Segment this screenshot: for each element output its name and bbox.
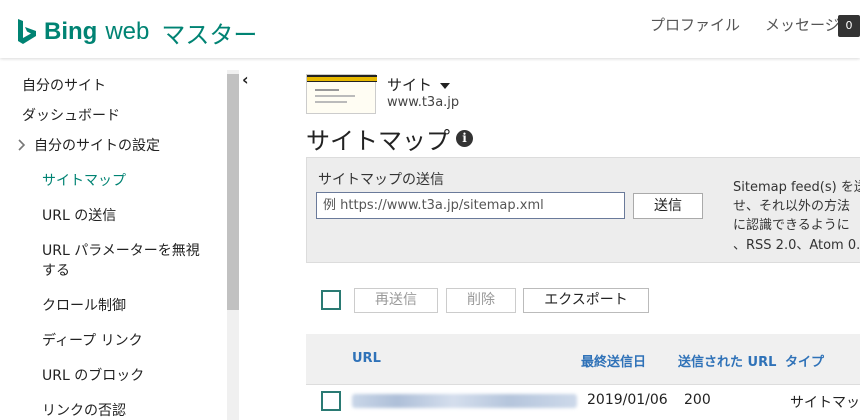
row-type: サイトマップ: [790, 395, 860, 411]
message-count-badge[interactable]: 0: [838, 15, 860, 37]
messages-link[interactable]: メッセージ: [765, 14, 840, 35]
caret-down-icon: [439, 82, 450, 89]
bing-logo-icon: [18, 19, 36, 44]
sidebar-scrollbar-thumb[interactable]: [227, 74, 239, 310]
row-urls-submitted: 200: [684, 392, 711, 408]
sidebar-item-submit-urls[interactable]: URL の送信: [42, 205, 116, 225]
info-icon[interactable]: i: [456, 130, 473, 147]
panel-description-line: せ、それ以外の方法: [733, 199, 851, 214]
row-url-redacted[interactable]: [352, 394, 577, 408]
top-header: Bing web マスター プロファイル メッセージ 0: [0, 0, 860, 58]
resend-button[interactable]: 再送信: [354, 288, 438, 313]
page-title: サイトマップ: [306, 127, 450, 155]
column-header-last-submitted[interactable]: 最終送信日: [581, 351, 646, 370]
logo-master-text: マスター: [161, 20, 258, 49]
sidebar-item-sitemaps[interactable]: サイトマップ: [42, 170, 126, 190]
site-selector-label: サイト: [387, 76, 433, 94]
collapse-sidebar-icon[interactable]: ‹: [242, 70, 249, 89]
profile-link[interactable]: プロファイル: [650, 14, 740, 35]
site-thumbnail: [306, 74, 377, 114]
logo-web-text: web: [105, 18, 150, 45]
sidebar-item-site-settings[interactable]: 自分のサイトの設定: [34, 135, 160, 155]
site-selector[interactable]: サイト: [387, 74, 450, 95]
submit-panel-title: サイトマップの送信: [318, 172, 444, 188]
panel-description-line: 、RSS 2.0、Atom 0.3: [733, 238, 860, 253]
site-url: www.t3a.jp: [387, 95, 460, 110]
export-button[interactable]: エクスポート: [523, 288, 649, 313]
row-last-submitted: 2019/01/06: [587, 392, 668, 408]
sidebar-item-disavow-links[interactable]: リンクの否認: [42, 400, 126, 420]
bing-webmaster-logo[interactable]: Bing web マスター: [16, 14, 257, 50]
sitemap-url-input[interactable]: [316, 192, 625, 219]
send-button[interactable]: 送信: [633, 193, 703, 219]
sidebar-item-deep-links[interactable]: ディープ リンク: [42, 330, 143, 350]
sidebar-item-block-urls[interactable]: URL のブロック: [42, 365, 144, 385]
column-header-type[interactable]: タイプ: [785, 351, 824, 370]
row-divider: [306, 384, 860, 385]
column-header-url[interactable]: URL: [352, 351, 381, 366]
logo-brand-text: Bing: [44, 18, 98, 45]
sidebar-item-ignore-url-params-cont[interactable]: する: [42, 260, 70, 280]
row-checkbox[interactable]: [321, 391, 341, 411]
panel-description-line: Sitemap feed(s) を送: [733, 180, 860, 195]
sidebar-item-ignore-url-params[interactable]: URL パラメーターを無視: [42, 240, 200, 260]
sidebar-item-crawl-control[interactable]: クロール制御: [42, 295, 126, 315]
chevron-right-icon: [18, 139, 26, 151]
panel-description-line: に認識できるように: [733, 218, 850, 233]
select-all-checkbox[interactable]: [321, 290, 341, 310]
sidebar-item-my-sites[interactable]: 自分のサイト: [22, 75, 106, 95]
delete-button[interactable]: 削除: [446, 288, 516, 313]
column-header-urls-submitted[interactable]: 送信された URL: [678, 351, 776, 370]
sidebar-item-dashboard[interactable]: ダッシュボード: [22, 105, 120, 125]
